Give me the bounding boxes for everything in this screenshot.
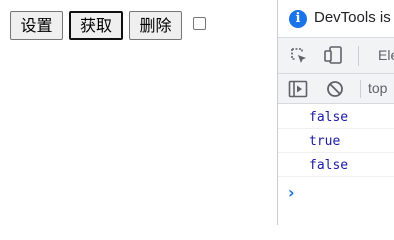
console-prompt-icon[interactable]: › <box>288 185 295 201</box>
devtools-info-bar: i DevTools is n <box>278 0 394 38</box>
console-toolbar: top <box>278 74 394 104</box>
log-value: true <box>309 134 341 149</box>
device-toolbar-icon[interactable] <box>323 45 343 65</box>
devtools-tab-bar: Ele <box>278 38 394 74</box>
settings-button[interactable]: 设置 <box>10 11 63 40</box>
toolbar-divider <box>360 80 361 98</box>
console-log-row: false <box>278 153 394 177</box>
info-icon: i <box>289 10 307 28</box>
log-value: false <box>309 158 349 173</box>
tab-elements[interactable]: Ele <box>378 47 394 63</box>
devtools-panel: i DevTools is n Ele top false <box>277 0 394 225</box>
console-log-row: false <box>278 105 394 129</box>
get-button[interactable]: 获取 <box>69 11 123 40</box>
clear-console-icon[interactable] <box>326 80 344 98</box>
console-output: false true false <box>278 105 394 177</box>
log-value: false <box>309 110 349 125</box>
inspect-element-icon[interactable] <box>290 47 308 65</box>
console-log-row: true <box>278 129 394 153</box>
info-message: DevTools is n <box>314 9 394 26</box>
toolbar-divider <box>358 46 359 66</box>
show-sidebar-icon[interactable] <box>288 80 308 98</box>
delete-button[interactable]: 删除 <box>129 11 182 40</box>
web-page: 设置 获取 删除 <box>0 0 277 225</box>
context-selector[interactable]: top <box>368 80 387 96</box>
checkbox[interactable] <box>193 17 206 30</box>
